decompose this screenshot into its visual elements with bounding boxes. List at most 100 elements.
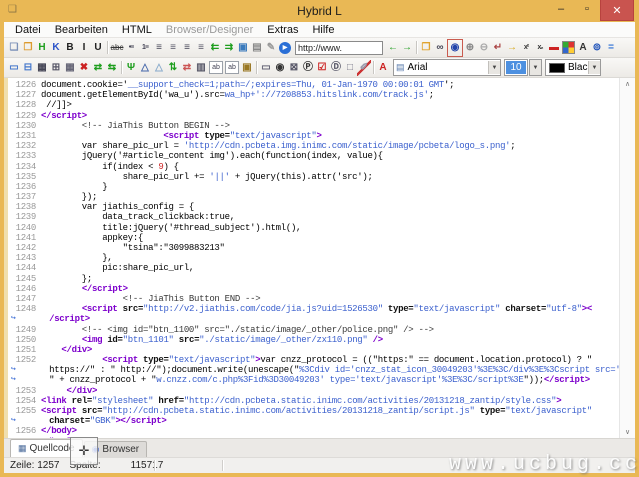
split-cells-icon[interactable]: ⇆ (105, 60, 119, 76)
font-family-select[interactable]: ▤ Arial ▼ (393, 59, 501, 76)
save-icon[interactable]: H (35, 40, 49, 56)
image-icon[interactable]: ▣ (236, 40, 250, 56)
anchor-icon[interactable]: Ψ (124, 60, 138, 76)
blue-lines-icon[interactable]: = (604, 40, 618, 56)
site-structure-icon[interactable]: △ (138, 60, 152, 76)
code-line[interactable]: 1244 pic:share_pic_url, (8, 263, 619, 273)
table-grid-icon[interactable]: ▦ (63, 60, 77, 76)
merge-cells-icon[interactable]: ⇄ (91, 60, 105, 76)
text-field-icon[interactable]: ab (209, 61, 223, 74)
chevron-down-icon[interactable]: ▼ (488, 61, 500, 74)
code-line[interactable]: 1253 </div> (8, 386, 619, 396)
paragraph-p-icon[interactable]: Ⓟ (301, 60, 315, 76)
horizontal-rule-icon[interactable]: ▬ (547, 40, 561, 56)
pencil-icon[interactable]: ✎ (264, 40, 278, 56)
open-folder-icon[interactable]: ❐ (21, 40, 35, 56)
font-icon[interactable]: A (576, 40, 590, 56)
forward-icon[interactable]: → (400, 40, 414, 56)
code-line[interactable]: 1239 data_track_clickback:true, (8, 212, 619, 222)
code-line[interactable]: 1255<script src="http://cdn.pcbeta.stati… (8, 406, 619, 416)
code-line[interactable]: 1232 var share_pic_url = 'http://cdn.pcb… (8, 141, 619, 151)
menu-datei[interactable]: Datei (8, 24, 48, 36)
text-color-select[interactable]: Black ▼ (545, 59, 601, 76)
panel-icon[interactable]: ▣ (240, 60, 254, 76)
new-file-icon[interactable]: ❏ (7, 40, 21, 56)
minimize-button[interactable]: – (548, 0, 574, 18)
binoculars-icon[interactable]: ∞ (433, 40, 447, 56)
code-line[interactable]: 1250 <img id="btn_1101" src="./static/im… (8, 335, 619, 345)
menu-bearbeiten[interactable]: Bearbeiten (48, 24, 115, 36)
maximize-button[interactable]: ▫ (574, 0, 600, 18)
code-line[interactable]: 1249 <!-- <img id="btn_1100" src="./stat… (8, 325, 619, 335)
code-line[interactable]: 1238 var jiathis_config = { (8, 202, 619, 212)
code-line[interactable]: 1240 title:jQuery('#thread_subject').htm… (8, 223, 619, 233)
code-line[interactable]: 1252 <script type="text/javascript">var … (8, 355, 619, 365)
redo-swoosh-icon[interactable]: → (505, 40, 519, 56)
radio-button-icon[interactable]: ◉ (273, 60, 287, 76)
tag-d-icon[interactable]: Ⓓ (329, 60, 343, 76)
zoom-in-icon[interactable]: ⊕ (463, 40, 477, 56)
align-center-icon[interactable]: ≡ (166, 40, 180, 56)
windows-colors-icon[interactable] (562, 41, 575, 54)
code-line[interactable]: 1229</script> (8, 111, 619, 121)
button-field-icon[interactable]: ▭ (259, 60, 273, 76)
table-delete-icon[interactable]: ✖ (77, 60, 91, 76)
frame-icon[interactable]: ▭ (7, 60, 21, 76)
bold-icon[interactable]: B (63, 40, 77, 56)
superscript-icon[interactable]: x² (519, 40, 533, 56)
checked-box-icon[interactable]: ☑ (315, 60, 329, 76)
chevron-down-icon[interactable]: ▼ (588, 61, 600, 74)
document-icon[interactable]: ▤ (250, 40, 264, 56)
code-line[interactable]: ↪ https://" : " http://");document.write… (8, 365, 619, 375)
align-justify-icon[interactable]: ≡ (194, 40, 208, 56)
code-line[interactable]: 1251 </div> (8, 345, 619, 355)
indent-icon[interactable]: ⇉ (222, 40, 236, 56)
numbered-list-icon[interactable]: 1≡ (138, 40, 152, 56)
code-line[interactable]: 1233 jQuery('#article_content img').each… (8, 151, 619, 161)
code-line[interactable]: 1227document.getElementById('wa_u').src=… (8, 90, 619, 100)
align-right-icon[interactable]: ≡ (180, 40, 194, 56)
code-line[interactable]: ↪ " + cnzz_protocol + "w.cnzz.com/c.php%… (8, 375, 619, 385)
menu-extras[interactable]: Extras (260, 24, 305, 36)
code-line[interactable]: 1234 if(index < 9) { (8, 162, 619, 172)
scroll-up-icon[interactable]: ∧ (625, 78, 630, 90)
code-line[interactable]: 1256</body> (8, 426, 619, 436)
chevron-down-icon[interactable]: ▼ (529, 59, 542, 76)
code-line[interactable]: 1245 }; (8, 274, 619, 284)
textarea-icon[interactable]: ab (225, 61, 239, 74)
align-left-icon[interactable]: ≡ (152, 40, 166, 56)
bookmark-k-icon[interactable]: K (49, 40, 63, 56)
checkbox-icon[interactable]: ⊠ (287, 60, 301, 76)
code-line[interactable]: 1242 "tsina":"3099883213" (8, 243, 619, 253)
code-line[interactable]: 1236 } (8, 182, 619, 192)
zoom-out-icon[interactable]: ⊖ (477, 40, 491, 56)
code-line[interactable]: 1246 </script> (8, 284, 619, 294)
table-row-icon[interactable]: ⊞ (49, 60, 63, 76)
title-bar[interactable]: ❑ Hybrid L – ▫ ✕ (0, 0, 639, 22)
underline-icon[interactable]: U (91, 40, 105, 56)
url-input[interactable] (295, 41, 383, 55)
font-size-select[interactable]: 10 (504, 59, 528, 76)
close-button[interactable]: ✕ (600, 0, 634, 21)
return-arrow-icon[interactable]: ↵ (491, 40, 505, 56)
swap-horizontal-icon[interactable]: ⇄ (180, 60, 194, 76)
globe-shield-icon[interactable]: ◉ (447, 39, 463, 57)
frame-split-icon[interactable]: ⊟ (21, 60, 35, 76)
scroll-down-icon[interactable]: ∨ (625, 426, 630, 438)
empty-box-icon[interactable]: □ (343, 60, 357, 76)
code-line[interactable]: 1243 }, (8, 253, 619, 263)
code-line[interactable]: 1226document.cookie='__support_check=1;p… (8, 80, 619, 90)
menu-hilfe[interactable]: Hilfe (305, 24, 341, 36)
table-icon[interactable]: ▦ (35, 60, 49, 76)
code-line[interactable]: 1230 <!-- JiaThis Button BEGIN --> (8, 121, 619, 131)
swap-vertical-icon[interactable]: ⇅ (166, 60, 180, 76)
code-line[interactable]: 1247 <!-- JiaThis Button END --> (8, 294, 619, 304)
code-line[interactable]: 1235 share_pic_url += '||' + jQuery(this… (8, 172, 619, 182)
subscript-icon[interactable]: x₂ (533, 40, 547, 56)
bullet-list-icon[interactable]: •≡ (124, 40, 138, 56)
vertical-scrollbar[interactable]: ∧ ∨ (619, 78, 635, 438)
layout-icon[interactable]: ▥ (194, 60, 208, 76)
code-area[interactable]: 1226document.cookie='__support_check=1;p… (8, 78, 619, 438)
code-line[interactable]: 1248 <script src="http://v2.jiathis.com/… (8, 304, 619, 314)
favorites-folder-icon[interactable]: ❐ (419, 40, 433, 56)
